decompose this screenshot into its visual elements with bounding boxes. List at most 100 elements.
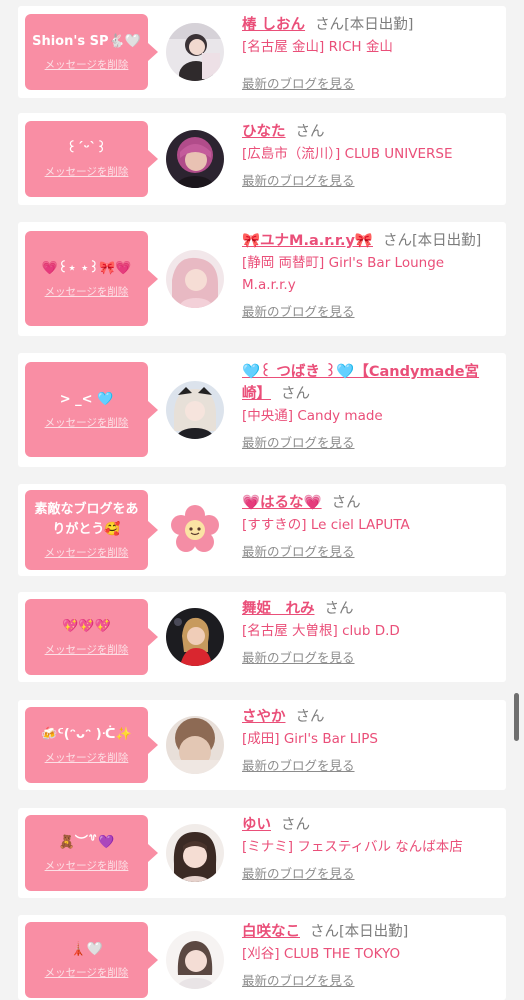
delete-message-link[interactable]: メッセージを削除 [45, 965, 129, 980]
photo-portrait-icon [166, 130, 224, 188]
cast-avatar[interactable] [166, 250, 224, 308]
cast-name-line: 🩵꒰ つばき ꒱🩵【Candymade宮崎】 さん [242, 361, 492, 405]
shop-name: [ミナミ] フェスティバル なんば本店 [242, 839, 463, 855]
cast-name-link[interactable]: ゆい [242, 817, 271, 833]
delete-message-link[interactable]: メッセージを削除 [45, 750, 129, 765]
cast-avatar[interactable] [166, 23, 224, 81]
message-card: > _< 🩵 メッセージを削除 🩵꒰ つばき ꒱🩵【Candymade宮崎】 さん… [18, 353, 506, 467]
cast-avatar[interactable] [166, 130, 224, 188]
cast-name-line: 💗はるな💗 さん [242, 492, 492, 514]
message-bubble: 🧸︶꒷💜 メッセージを削除 [25, 815, 158, 891]
cast-info: ゆい さん [ミナミ] フェスティバル なんば本店 最新のブログを見る [242, 814, 492, 884]
work-status: [本日出勤] [339, 924, 409, 940]
latest-blog-link[interactable]: 最新のブログを見る [242, 433, 492, 453]
cast-info: 💗はるな💗 さん [すすきの] Le ciel LAPUTA 最新のブログを見る [242, 492, 492, 562]
honorific: さん [382, 233, 412, 249]
delete-message-link[interactable]: メッセージを削除 [45, 57, 129, 72]
message-card: 素敵なブログをありがとう🥰 メッセージを削除 💗はるな💗 さん [すすきの] L… [18, 484, 506, 576]
latest-blog-link[interactable]: 最新のブログを見る [242, 864, 492, 884]
cast-name-line: ゆい さん [242, 814, 492, 836]
latest-blog-link[interactable]: 最新のブログを見る [242, 542, 492, 562]
delete-message-link[interactable]: メッセージを削除 [45, 642, 129, 657]
photo-portrait-icon [166, 931, 224, 989]
delete-message-link[interactable]: メッセージを削除 [45, 164, 129, 179]
honorific: さん [295, 709, 325, 725]
delete-message-link[interactable]: メッセージを削除 [45, 284, 129, 299]
delete-message-link[interactable]: メッセージを削除 [45, 545, 129, 560]
message-bubble: 🍻ᑦ(ᵔᴗᵔ )ᑣ✨ メッセージを削除 [25, 707, 158, 783]
latest-blog-link[interactable]: 最新のブログを見る [242, 302, 492, 322]
cast-name-link[interactable]: 🎀ユナM.a.r.r.y🎀 [242, 233, 373, 249]
message-bubble: ꒰ˊᵕˋ꒱ メッセージを削除 [25, 121, 158, 197]
cast-name-line: 🎀ユナM.a.r.r.y🎀 さん[本日出勤] [242, 230, 492, 252]
cast-avatar[interactable] [166, 501, 224, 559]
cast-name-link[interactable]: さやか [242, 709, 286, 725]
message-bubble: 💗꒰⋆ ⋆꒱🎀💗 メッセージを削除 [25, 231, 158, 326]
cast-avatar[interactable] [166, 381, 224, 439]
honorific: さん [331, 495, 361, 511]
shop-name: [静岡 両替町] Girl's Bar Lounge M.a.r.r.y [242, 255, 445, 293]
shop-name: [すすきの] Le ciel LAPUTA [242, 517, 410, 533]
cast-avatar[interactable] [166, 824, 224, 882]
latest-blog-link[interactable]: 最新のブログを見る [242, 756, 492, 776]
message-text: 🍻ᑦ(ᵔᴗᵔ )ᑣ✨ [41, 727, 132, 742]
honorific: さん [295, 124, 325, 140]
cast-name-line: さやか さん [242, 706, 492, 728]
shop-name: [中央通] Candy made [242, 408, 383, 424]
message-text: Shion's SP🐇🤍 [32, 34, 141, 49]
scrollbar-thumb[interactable] [514, 693, 519, 741]
message-card: 🧸︶꒷💜 メッセージを削除 ゆい さん [ミナミ] フェスティバル なんば本店 最… [18, 808, 506, 898]
cast-name-line: 舞姫 れみ さん [242, 598, 492, 620]
message-bubble: 🗼🤍 メッセージを削除 [25, 922, 158, 998]
photo-portrait-icon [166, 250, 224, 308]
message-card: Shion's SP🐇🤍 メッセージを削除 椿 しおん さん[本日出勤] [名古屋… [18, 6, 506, 98]
cast-name-link[interactable]: 🩵꒰ つばき ꒱🩵【Candymade宮崎】 [242, 364, 479, 402]
cast-name-link[interactable]: 椿 しおん [242, 17, 305, 33]
cast-info: 🎀ユナM.a.r.r.y🎀 さん[本日出勤] [静岡 両替町] Girl's Ba… [242, 230, 492, 322]
message-card: 🍻ᑦ(ᵔᴗᵔ )ᑣ✨ メッセージを削除 さやか さん [成田] Girl's Ba… [18, 700, 506, 790]
latest-blog-link[interactable]: 最新のブログを見る [242, 171, 492, 191]
delete-message-link[interactable]: メッセージを削除 [45, 415, 129, 430]
cast-name-link[interactable]: ひなた [242, 124, 286, 140]
honorific: さん [324, 601, 354, 617]
delete-message-link[interactable]: メッセージを削除 [45, 858, 129, 873]
honorific: さん [315, 17, 345, 33]
message-card: 💖💖💖 メッセージを削除 舞姫 れみ さん [名古屋 大曽根] club D.D … [18, 592, 506, 682]
cast-name-link[interactable]: 白咲なこ [242, 924, 300, 940]
message-bubble: 素敵なブログをありがとう🥰 メッセージを削除 [25, 490, 158, 570]
message-text: 🧸︶꒷💜 [58, 835, 115, 850]
cast-name-link[interactable]: 💗はるな💗 [242, 495, 322, 511]
message-bubble: > _< 🩵 メッセージを削除 [25, 362, 158, 457]
photo-portrait-icon [166, 23, 224, 81]
photo-portrait-icon [166, 381, 224, 439]
shop-name: [名古屋 大曽根] club D.D [242, 623, 400, 639]
cast-avatar[interactable] [166, 716, 224, 774]
photo-portrait-icon [166, 716, 224, 774]
shop-name: [成田] Girl's Bar LIPS [242, 731, 378, 747]
cast-avatar[interactable] [166, 931, 224, 989]
latest-blog-link[interactable]: 最新のブログを見る [242, 74, 492, 94]
cast-name-line: 白咲なこ さん[本日出勤] [242, 921, 492, 943]
shop-name: [刈谷] CLUB THE TOKYO [242, 946, 401, 962]
message-card: 💗꒰⋆ ⋆꒱🎀💗 メッセージを削除 🎀ユナM.a.r.r.y🎀 さん[本日出勤] … [18, 222, 506, 336]
message-text: > _< 🩵 [59, 391, 114, 407]
message-text: 🗼🤍 [70, 942, 103, 957]
cast-name-line: 椿 しおん さん[本日出勤] [242, 14, 492, 36]
message-text: ꒰ˊᵕˋ꒱ [66, 141, 107, 156]
cast-name-line: ひなた さん [242, 121, 492, 143]
message-text: 素敵なブログをありがとう🥰 [34, 502, 139, 537]
work-status: [本日出勤] [411, 233, 482, 249]
message-list: Shion's SP🐇🤍 メッセージを削除 椿 しおん さん[本日出勤] [名古屋… [0, 0, 524, 1000]
message-bubble: Shion's SP🐇🤍 メッセージを削除 [25, 14, 158, 90]
honorific: さん [310, 924, 339, 940]
cast-info: ひなた さん [広島市（流川）] CLUB UNIVERSE 最新のブログを見る [242, 121, 492, 191]
cast-info: さやか さん [成田] Girl's Bar LIPS 最新のブログを見る [242, 706, 492, 776]
latest-blog-link[interactable]: 最新のブログを見る [242, 971, 492, 991]
message-card: 🗼🤍 メッセージを削除 白咲なこ さん[本日出勤] [刈谷] CLUB THE T… [18, 915, 506, 1000]
cast-avatar[interactable] [166, 608, 224, 666]
cast-info: 舞姫 れみ さん [名古屋 大曽根] club D.D 最新のブログを見る [242, 598, 492, 668]
latest-blog-link[interactable]: 最新のブログを見る [242, 648, 492, 668]
photo-portrait-icon [166, 608, 224, 666]
cast-name-link[interactable]: 舞姫 れみ [242, 601, 315, 617]
photo-portrait-icon [166, 824, 224, 882]
